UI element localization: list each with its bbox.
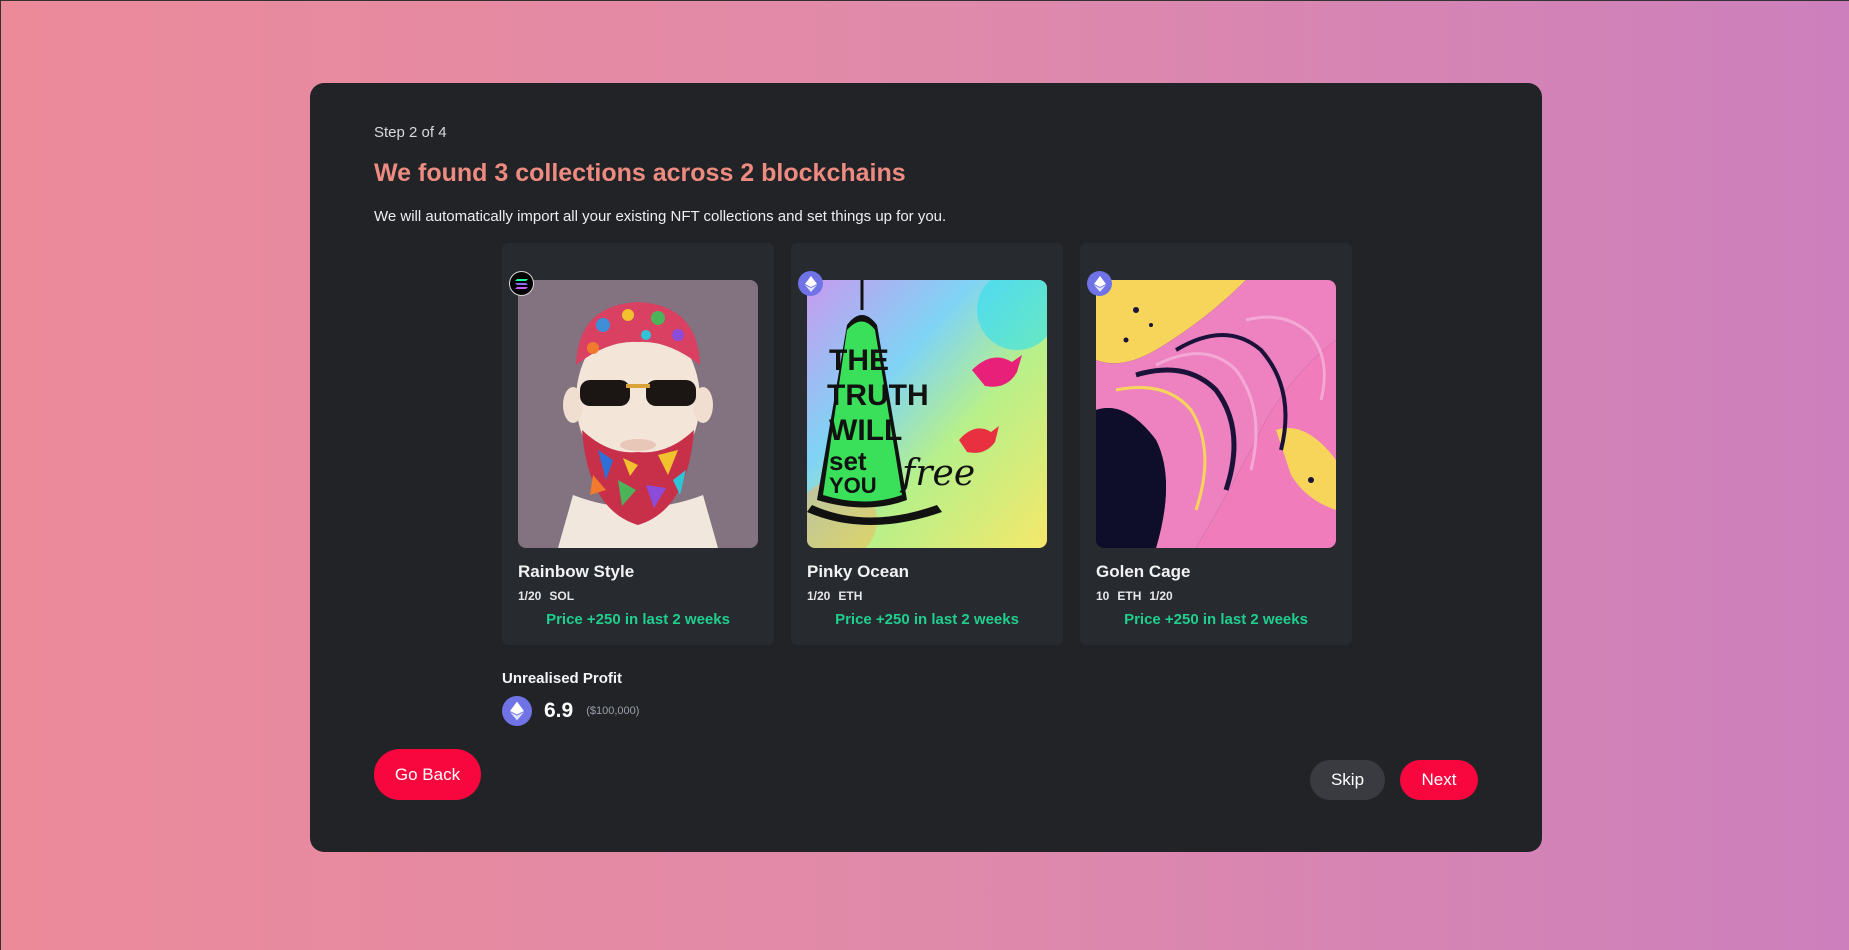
page-subtitle: We will automatically import all your ex… xyxy=(374,208,947,225)
unrealised-profit-label: Unrealised Profit xyxy=(502,670,623,687)
collection-name: Golen Cage xyxy=(1096,562,1191,581)
collection-card-golen-cage[interactable]: Golen Cage 10 ETH 1/20 Price +250 in las… xyxy=(1080,243,1352,645)
collection-edition: 1/20 xyxy=(518,589,542,603)
collection-card-pinky-ocean[interactable]: THE TRUTH WILL set YOU free Pinky Ocean … xyxy=(791,243,1063,645)
collection-name: Pinky Ocean xyxy=(807,562,910,581)
svg-text:THE: THE xyxy=(829,344,889,377)
page-title: We found 3 collections across 2 blockcha… xyxy=(374,159,906,187)
collection-list: Rainbow Style 1/20 SOL Price +250 in las… xyxy=(502,243,1352,645)
ethereum-icon xyxy=(798,271,823,296)
ethereum-icon xyxy=(502,696,532,726)
collection-image xyxy=(1096,280,1336,548)
unrealised-profit: 6.9 ($100,000) xyxy=(502,696,639,726)
svg-text:free: free xyxy=(899,453,975,494)
collection-supply: 10 xyxy=(1096,589,1110,603)
collection-meta: 1/20 SOL xyxy=(518,589,574,603)
go-back-button[interactable]: Go Back xyxy=(374,749,481,800)
step-indicator: Step 2 of 4 xyxy=(374,124,447,141)
svg-text:set: set xyxy=(829,446,867,476)
collection-currency: ETH xyxy=(838,589,863,603)
collection-price-change: Price +250 in last 2 weeks xyxy=(835,611,1019,628)
profit-value: 6.9 xyxy=(544,699,574,722)
collection-edition: 1/20 xyxy=(807,589,831,603)
svg-text:YOU: YOU xyxy=(829,473,877,498)
collection-image: THE TRUTH WILL set YOU free xyxy=(807,280,1047,548)
collection-name: Rainbow Style xyxy=(518,562,635,581)
collection-price-change: Price +250 in last 2 weeks xyxy=(1124,611,1308,628)
solana-icon xyxy=(509,271,534,296)
profit-usd-value: ($100,000) xyxy=(586,705,640,717)
collection-edition: 1/20 xyxy=(1149,589,1173,603)
collection-meta: 1/20 ETH xyxy=(807,589,862,603)
collection-currency: ETH xyxy=(1117,589,1142,603)
onboarding-modal: Step 2 of 4 We found 3 collections acros… xyxy=(310,83,1542,852)
collection-card-rainbow-style[interactable]: Rainbow Style 1/20 SOL Price +250 in las… xyxy=(502,243,774,645)
svg-text:WILL: WILL xyxy=(829,414,902,447)
ethereum-icon xyxy=(1087,271,1112,296)
collection-image xyxy=(518,280,758,548)
collection-currency: SOL xyxy=(549,589,575,603)
collection-meta: 10 ETH 1/20 xyxy=(1096,589,1173,603)
next-button[interactable]: Next xyxy=(1400,760,1478,800)
skip-button[interactable]: Skip xyxy=(1310,760,1385,800)
svg-text:TRUTH: TRUTH xyxy=(827,379,929,412)
collection-price-change: Price +250 in last 2 weeks xyxy=(546,611,730,628)
